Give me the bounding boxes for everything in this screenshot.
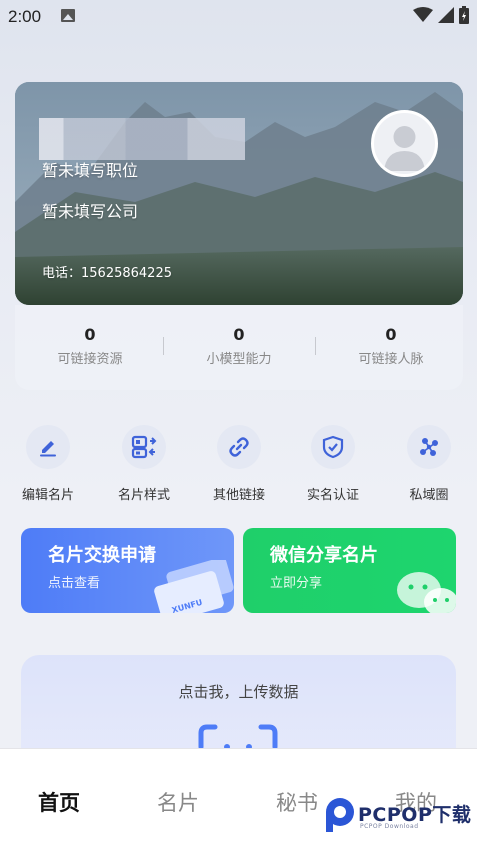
action-icon-bg <box>122 425 166 469</box>
wifi-icon <box>413 7 433 22</box>
nav-card[interactable]: 名片 <box>157 787 199 817</box>
stacked-cards-illustration: XUNFU <box>154 560 234 613</box>
card-style-icon <box>131 435 157 459</box>
tile-title: 名片交换申请 <box>48 545 156 566</box>
status-bar: 2:00 <box>0 0 477 34</box>
action-label: 私域圈 <box>409 488 449 503</box>
action-icon-bg <box>26 425 70 469</box>
edit-icon <box>40 441 56 457</box>
stat-value: 0 <box>84 325 96 344</box>
action-label: 实名认证 <box>306 488 359 503</box>
avatar[interactable] <box>371 110 438 177</box>
action-label: 其他链接 <box>212 488 265 503</box>
stats-bar: 0 可链接资源 0 小模型能力 0 可链接人脉 <box>15 305 463 390</box>
tile-subtitle: 立即分享 <box>270 576 323 591</box>
tile-title: 微信分享名片 <box>270 545 378 566</box>
default-user-icon <box>384 126 425 171</box>
battery-icon <box>459 6 469 24</box>
action-icon-bg <box>407 425 451 469</box>
tile-subtitle: 点击查看 <box>48 576 101 591</box>
stat-resources[interactable]: 0 可链接资源 <box>15 325 165 367</box>
action-icon-bg <box>217 425 261 469</box>
stat-label: 小模型能力 <box>206 352 272 367</box>
status-time: 2:00 <box>8 7 42 26</box>
action-other-links[interactable]: 其他链接 <box>199 425 279 503</box>
card-exchange-tile[interactable]: 名片交换申请 点击查看 XUNFU <box>21 528 234 613</box>
watermark-subtext: PCPOP Download <box>360 823 419 830</box>
name-placeholder-blur <box>39 118 245 160</box>
action-label: 编辑名片 <box>21 488 74 503</box>
card-phone: 电话：15625864225 <box>42 266 172 281</box>
pcpop-logo-icon <box>326 798 354 832</box>
stat-value: 0 <box>385 325 397 344</box>
nav-secretary[interactable]: 秘书 <box>276 787 318 817</box>
stat-model-ability[interactable]: 0 小模型能力 <box>164 325 314 367</box>
upload-prompt: 点击我，上传数据 <box>178 683 299 701</box>
status-icons <box>413 6 469 24</box>
watermark: PCPOP下载 PCPOP Download <box>322 796 472 836</box>
shield-check-icon <box>322 435 344 459</box>
action-label: 名片样式 <box>117 488 170 503</box>
stat-contacts[interactable]: 0 可链接人脉 <box>316 325 466 367</box>
stat-value: 0 <box>233 325 245 344</box>
nav-home[interactable]: 首页 <box>38 787 80 817</box>
wechat-share-tile[interactable]: 微信分享名片 立即分享 <box>243 528 456 613</box>
action-edit-card[interactable]: 编辑名片 <box>8 425 88 503</box>
action-real-name-auth[interactable]: 实名认证 <box>293 425 373 503</box>
stat-label: 可链接人脉 <box>358 352 424 367</box>
link-icon <box>229 437 249 457</box>
action-private-circle[interactable]: 私域圈 <box>389 425 469 503</box>
stat-label: 可链接资源 <box>57 352 123 367</box>
action-card-style[interactable]: 名片样式 <box>104 425 184 503</box>
business-card[interactable]: 暂未填写职位 暂未填写公司 电话：15625864225 <box>15 82 463 305</box>
signal-icon <box>438 7 454 23</box>
card-position: 暂未填写职位 <box>42 161 139 180</box>
card-company: 暂未填写公司 <box>42 202 139 221</box>
network-icon <box>420 438 438 456</box>
action-icon-bg <box>311 425 355 469</box>
wechat-icon <box>397 572 456 613</box>
gallery-notification-icon <box>61 9 75 22</box>
